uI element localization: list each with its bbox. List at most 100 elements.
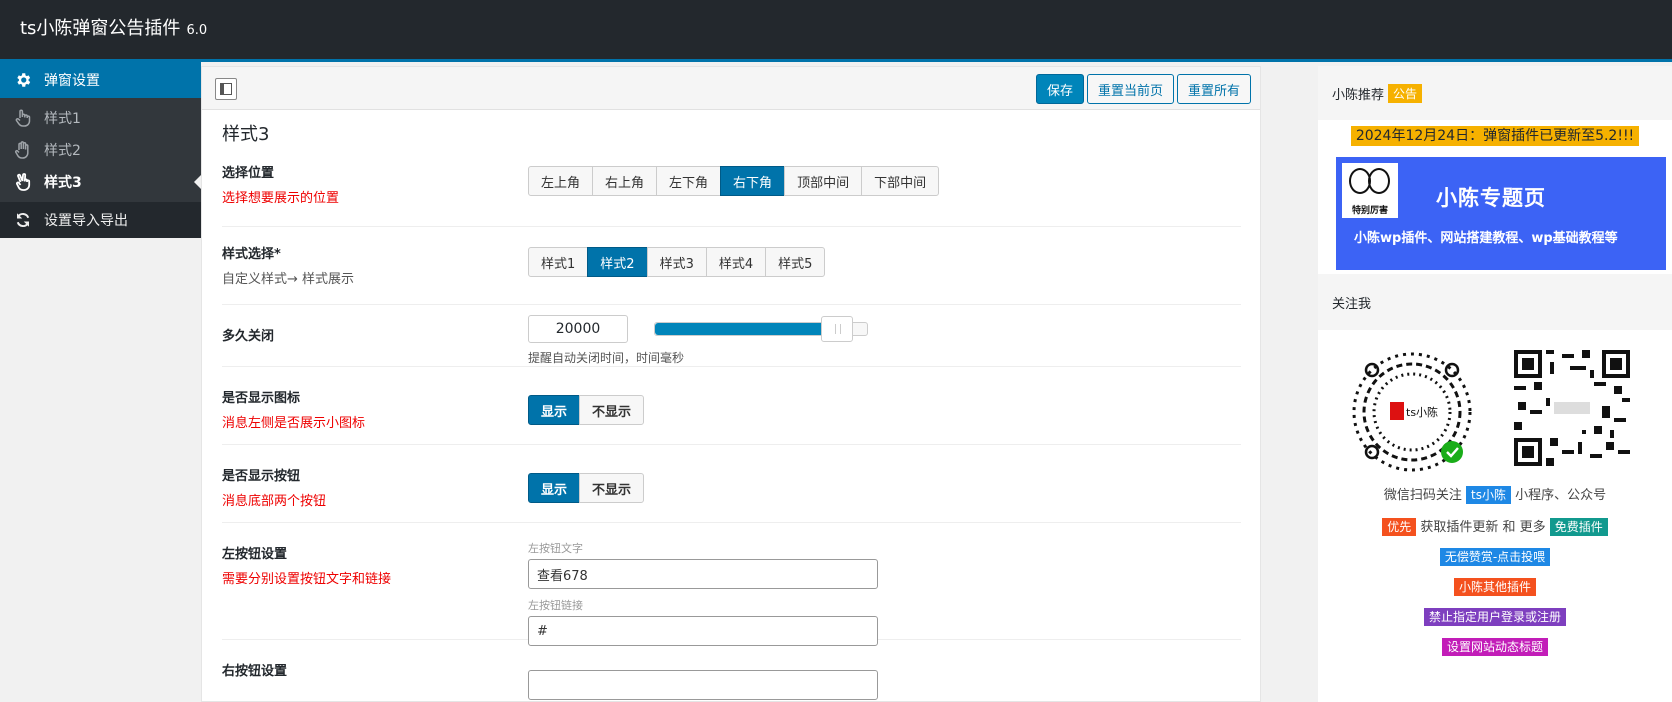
field-label-group: 是否显示图标 消息左侧是否展示小图标 [222, 367, 528, 444]
priority-badge: 优先 [1382, 518, 1417, 536]
field-show-buttons: 是否显示按钮 消息底部两个按钮 显示 不显示 [222, 445, 1241, 523]
field-label: 右按钮设置 [222, 664, 288, 679]
style-option[interactable]: 样式4 [705, 247, 767, 277]
field-label-group: 多久关闭 [222, 305, 528, 366]
field-control: 显示 不显示 [528, 445, 645, 522]
main-panel: 保存 重置当前页 重置所有 样式3 选择位置 选择想要展示的位置 左上角 右上角左… [201, 66, 1261, 702]
position-option[interactable]: 顶部中间 [784, 166, 863, 196]
official-account-qr [1514, 350, 1630, 466]
field-label: 左按钮设置 [222, 547, 288, 562]
reward-link[interactable]: 无偿赞赏-点击投喂 [1439, 548, 1551, 566]
sidebar-menu: 弹窗设置 样式1 样式2 样式3 设置导入导出 [0, 62, 201, 238]
banner-subtitle: 小陈wp插件、网站搭建教程、wp基础教程等 [1354, 231, 1618, 246]
sidebar-item-label: 样式3 [44, 175, 82, 191]
position-option[interactable]: 下部中间 [861, 166, 940, 196]
announcement-badge: 公告 [1388, 83, 1423, 103]
follow-header: 关注我 [1318, 274, 1672, 330]
position-option[interactable]: 左下角 [656, 166, 722, 196]
field-description: 需要分别设置按钮文字和链接 [222, 572, 392, 587]
reset-all-button[interactable]: 重置所有 [1176, 74, 1251, 104]
sidebar-item-popup-settings[interactable]: 弹窗设置 [0, 62, 201, 98]
close-time-slider[interactable] [654, 316, 868, 342]
right-button-text-input[interactable] [528, 670, 878, 700]
refresh-icon [12, 209, 34, 231]
show-icon-off[interactable]: 不显示 [579, 395, 645, 425]
style-option[interactable]: 样式3 [646, 247, 707, 277]
position-option[interactable]: 右上角 [592, 166, 658, 196]
topic-page-banner[interactable]: 特别厉害 小陈专题页 小陈wp插件、网站搭建教程、wp基础教程等 [1336, 157, 1666, 270]
dynamic-title-link[interactable]: 设置网站动态标题 [1441, 638, 1548, 656]
reset-page-button[interactable]: 重置当前页 [1086, 74, 1174, 104]
plugin-title: ts小陈弹窗公告插件 6.0 [20, 14, 207, 40]
field-close-time: 多久关闭 20000 提醒自动关闭时间，时间毫秒 [222, 305, 1241, 367]
show-buttons-on[interactable]: 显示 [528, 473, 581, 503]
close-time-input[interactable]: 20000 [528, 315, 628, 343]
style-option[interactable]: 样式2 [587, 247, 648, 277]
sidebar: 弹窗设置 样式1 样式2 样式3 设置导入导出 [0, 62, 201, 702]
reward-link-line: 无偿赞赏-点击投喂 [1318, 548, 1672, 566]
sidebar-item-style1[interactable]: 样式1 [0, 102, 201, 134]
field-label: 多久关闭 [222, 329, 275, 344]
sidebar-item-style2[interactable]: 样式2 [0, 134, 201, 166]
style-button-group: 样式1 样式2 样式3 样式4 样式5 [528, 247, 826, 277]
sidebar-item-import-export[interactable]: 设置导入导出 [0, 202, 201, 238]
show-icon-on[interactable]: 显示 [528, 395, 581, 425]
field-control: 左上角 右上角 左下角 右下角 顶部中间 下部中间 [528, 146, 940, 226]
field-label: 选择位置 [222, 166, 275, 181]
expand-icon [220, 83, 232, 95]
block-users-line: 禁止指定用户登录或注册 [1318, 608, 1672, 626]
field-position: 选择位置 选择想要展示的位置 左上角 右上角 左下角 右下角 顶部中间 下部中间 [222, 146, 1241, 227]
sidebar-item-label: 设置导入导出 [44, 213, 128, 229]
field-label-group: 左按钮设置 需要分别设置按钮文字和链接 [222, 523, 528, 639]
update-notice: 2024年12月24日：弹窗插件已更新至5.2!!! [1318, 125, 1672, 146]
save-button[interactable]: 保存 [1035, 74, 1084, 104]
hand-peace-icon [12, 171, 34, 193]
dynamic-title-line: 设置网站动态标题 [1318, 638, 1672, 656]
position-option[interactable]: 左上角 [528, 166, 594, 196]
field-control: 显示 不显示 [528, 367, 645, 444]
recommend-header: 小陈推荐 公告 [1318, 66, 1672, 120]
recommend-title: 小陈推荐 [1332, 87, 1385, 103]
field-control [528, 640, 878, 700]
show-buttons-toggle: 显示 不显示 [528, 473, 645, 503]
field-label-group: 样式选择* 自定义样式→ 样式展示 [222, 227, 528, 304]
right-sidebar: 小陈推荐 公告 2024年12月24日：弹窗插件已更新至5.2!!! 特别厉害 … [1318, 66, 1672, 702]
top-header: ts小陈弹窗公告插件 6.0 [0, 0, 1672, 62]
field-show-icon: 是否显示图标 消息左侧是否展示小图标 显示 不显示 [222, 367, 1241, 445]
banner-avatar: 特别厉害 [1342, 163, 1398, 218]
field-label-group: 选择位置 选择想要展示的位置 [222, 146, 528, 226]
style-option[interactable]: 样式5 [765, 247, 826, 277]
left-button-text-input[interactable]: 查看678 [528, 559, 878, 589]
update-notice-text: 2024年12月24日：弹窗插件已更新至5.2!!! [1350, 126, 1640, 146]
priority-line: 优先 获取插件更新 和 更多 免费插件 [1318, 516, 1672, 536]
other-plugins-link[interactable]: 小陈其他插件 [1453, 578, 1536, 596]
slider-handle[interactable] [821, 316, 854, 342]
expand-all-button[interactable] [215, 78, 237, 100]
field-style: 样式选择* 自定义样式→ 样式展示 样式1 样式2 样式3 样式4 样式5 [222, 227, 1241, 305]
slider-fill [655, 323, 838, 335]
avatar-face [1368, 168, 1390, 194]
sidebar-item-label: 样式2 [44, 143, 81, 159]
block-users-link[interactable]: 禁止指定用户登录或注册 [1423, 608, 1566, 626]
slider-row: 20000 [528, 315, 868, 343]
style-option[interactable]: 样式1 [528, 247, 589, 277]
sidebar-item-style3[interactable]: 样式3 [0, 166, 201, 198]
position-option[interactable]: 右下角 [720, 166, 786, 196]
toolbar-buttons: 保存 重置当前页 重置所有 [1035, 74, 1251, 104]
show-buttons-off[interactable]: 不显示 [579, 473, 645, 503]
wechat-name-badge: ts小陈 [1466, 486, 1511, 504]
position-button-group: 左上角 右上角 左下角 右下角 顶部中间 下部中间 [528, 166, 940, 196]
field-description: 自定义样式→ 样式展示 [222, 272, 355, 287]
qr-codes: ts小陈 [1318, 330, 1672, 480]
hand-paper-icon [12, 139, 34, 161]
field-label: 样式选择* [222, 247, 281, 262]
field-control: 左按钮文字 查看678 左按钮链接 # [528, 523, 878, 646]
free-plugin-badge[interactable]: 免费插件 [1549, 518, 1608, 536]
field-label-group: 右按钮设置 [222, 640, 528, 700]
other-plugins-line: 小陈其他插件 [1318, 578, 1672, 596]
show-icon-toggle: 显示 不显示 [528, 395, 645, 425]
sidebar-submenu: 样式1 样式2 样式3 [0, 98, 201, 202]
gear-icon [12, 69, 34, 91]
hand-pointer-icon [12, 107, 34, 129]
left-button-link-label: 左按钮链接 [528, 599, 583, 612]
